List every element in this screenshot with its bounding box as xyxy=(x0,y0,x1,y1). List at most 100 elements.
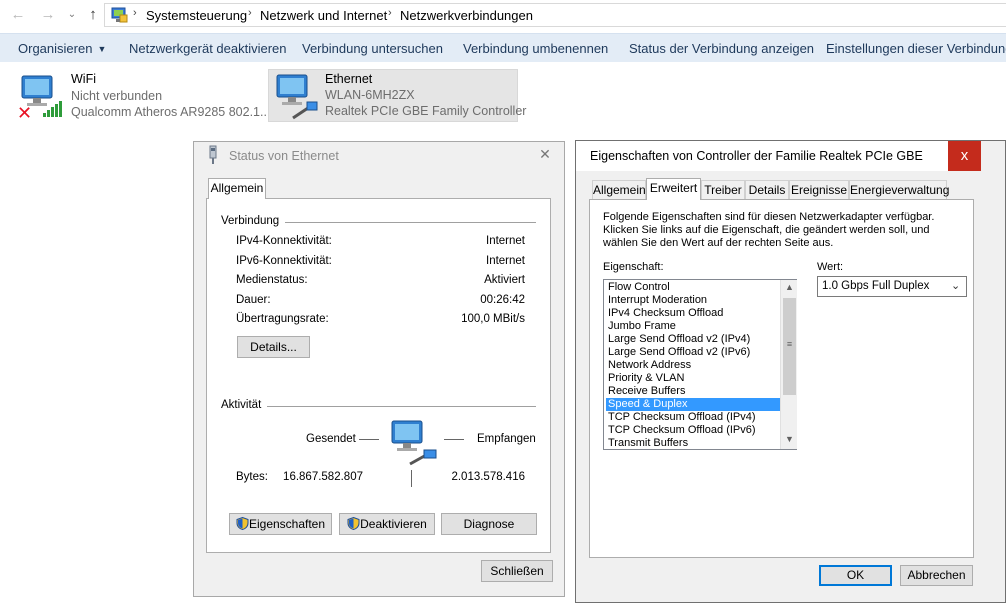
adapter-wifi[interactable]: ✕ WiFi Nicht verbunden Qualcomm Atheros … xyxy=(14,70,270,123)
value-label: Wert: xyxy=(817,261,844,273)
list-item[interactable]: Transmit Buffers xyxy=(606,437,780,450)
received-dash xyxy=(444,439,464,440)
bytes-divider xyxy=(411,470,412,487)
close-icon[interactable]: x xyxy=(948,141,981,171)
list-item[interactable]: Priority & VLAN xyxy=(606,372,780,385)
details-button[interactable]: Details... xyxy=(237,336,310,358)
value-select[interactable]: 1.0 Gbps Full Duplex ⌄ xyxy=(817,276,967,297)
breadcrumb-separator-icon: › xyxy=(248,7,252,19)
properties-label: Eigenschaften xyxy=(248,517,326,531)
group-divider xyxy=(285,222,536,223)
control-panel-icon xyxy=(111,7,128,23)
ipv6-label: IPv6-Konnektivität: xyxy=(236,255,332,267)
uac-shield-icon xyxy=(347,516,360,531)
tab-allgemein[interactable]: Allgemein xyxy=(208,178,266,200)
tab-ereignisse[interactable]: Ereignisse xyxy=(789,180,849,199)
ipv6-value: Internet xyxy=(486,255,525,267)
adapter-ethernet[interactable]: Ethernet WLAN-6MH2ZX Realtek PCIe GBE Fa… xyxy=(268,69,526,122)
breadcrumb-separator-icon: › xyxy=(133,7,137,19)
scroll-up-arrow-icon[interactable]: ▲ xyxy=(784,282,795,294)
property-listbox[interactable]: Flow Control Interrupt Moderation IPv4 C… xyxy=(603,279,797,450)
list-item[interactable]: Network Address xyxy=(606,359,780,372)
received-label: Empfangen xyxy=(477,433,536,445)
navigation-bar: ← → ⌄ ↑ › Systemsteuerung › Netzwerk und… xyxy=(0,0,1006,31)
scroll-down-arrow-icon[interactable]: ▼ xyxy=(784,434,795,446)
tab-details[interactable]: Details xyxy=(745,180,789,199)
status-tab-panel xyxy=(206,198,551,553)
close-button[interactable]: Schließen xyxy=(481,560,553,582)
media-status-label: Medienstatus: xyxy=(236,274,308,286)
address-bar[interactable]: › Systemsteuerung › Netzwerk und Interne… xyxy=(104,3,1006,27)
diagnose-connection-button[interactable]: Verbindung untersuchen xyxy=(302,41,443,56)
speed-label: Übertragungsrate: xyxy=(236,313,329,325)
adapter-name: WiFi xyxy=(71,72,96,86)
grip-icon: ≡ xyxy=(786,339,793,349)
status-dialog-title: Status von Ethernet xyxy=(229,149,339,163)
signal-bars-icon xyxy=(42,100,64,118)
sent-dash xyxy=(359,439,379,440)
disable-button[interactable]: Deaktivieren xyxy=(339,513,435,535)
uac-shield-icon xyxy=(236,516,249,531)
ipv4-value: Internet xyxy=(486,235,525,247)
breadcrumb-netzwerk-internet[interactable]: Netzwerk und Internet xyxy=(260,8,387,23)
adapter-status: WLAN-6MH2ZX xyxy=(325,88,415,102)
list-item[interactable]: Large Send Offload v2 (IPv6) xyxy=(606,346,780,359)
activity-computer-icon xyxy=(388,418,440,466)
list-item[interactable]: Large Send Offload v2 (IPv4) xyxy=(606,333,780,346)
forward-arrow-icon[interactable]: → xyxy=(39,6,57,24)
view-status-button[interactable]: Status der Verbindung anzeigen xyxy=(629,41,814,56)
disable-device-button[interactable]: Netzwerkgerät deaktivieren xyxy=(129,41,287,56)
properties-button[interactable]: Eigenschaften xyxy=(229,513,332,535)
organize-button[interactable]: Organisieren ▼ xyxy=(18,41,106,56)
change-settings-button[interactable]: Einstellungen dieser Verbindung ä xyxy=(826,41,1006,56)
tab-energieverwaltung[interactable]: Energieverwaltung xyxy=(849,180,949,199)
cancel-button[interactable]: Abbrechen xyxy=(900,565,973,586)
diagnose-button[interactable]: Diagnose xyxy=(441,513,537,535)
list-item[interactable]: Receive Buffers xyxy=(606,385,780,398)
breadcrumb-separator-icon: › xyxy=(388,7,392,19)
breadcrumb-netzwerkverbindungen[interactable]: Netzwerkverbindungen xyxy=(400,8,533,23)
network-status-icon xyxy=(206,145,220,165)
ipv4-label: IPv4-Konnektivität: xyxy=(236,235,332,247)
duration-value: 00:26:42 xyxy=(480,294,525,306)
adapter-device: Qualcomm Atheros AR9285 802.1... xyxy=(71,105,271,119)
tab-erweitert[interactable]: Erweitert xyxy=(646,178,701,200)
list-item[interactable]: TCP Checksum Offload (IPv6) xyxy=(606,424,780,437)
list-item[interactable]: TCP Checksum Offload (IPv4) xyxy=(606,411,780,424)
bytes-received-value: 2.013.578.416 xyxy=(451,471,525,483)
adapter-name: Ethernet xyxy=(325,72,373,86)
properties-dialog-title: Eigenschaften von Controller der Familie… xyxy=(590,149,923,163)
speed-value: 100,0 MBit/s xyxy=(461,313,525,325)
value-select-text: 1.0 Gbps Full Duplex xyxy=(822,280,930,292)
media-status-value: Aktiviert xyxy=(484,274,525,286)
recent-locations-chevron-icon[interactable]: ⌄ xyxy=(63,6,81,24)
adapter-status: Nicht verbunden xyxy=(71,89,163,103)
command-bar: Organisieren ▼ Netzwerkgerät deaktivieren… xyxy=(0,33,1006,62)
ok-button[interactable]: OK xyxy=(819,565,892,586)
tab-treiber[interactable]: Treiber xyxy=(701,180,745,199)
list-item-selected[interactable]: Speed & Duplex xyxy=(606,398,780,411)
disable-label: Deaktivieren xyxy=(360,517,427,531)
disconnected-x-icon: ✕ xyxy=(17,103,33,123)
dropdown-caret-icon: ▼ xyxy=(97,44,107,54)
group-divider xyxy=(267,406,536,407)
ethernet-adapter-icon xyxy=(273,72,323,120)
tab-joiner xyxy=(209,198,265,200)
description-line: Klicken Sie links auf die Eigenschaft, d… xyxy=(603,224,930,236)
close-icon[interactable]: ✕ xyxy=(535,146,555,164)
list-item[interactable]: Flow Control xyxy=(606,281,780,294)
chevron-down-icon: ⌄ xyxy=(951,280,961,292)
list-item[interactable]: IPv4 Checksum Offload xyxy=(606,307,780,320)
connection-group-label: Verbindung xyxy=(221,215,280,227)
bytes-sent-value: 16.867.582.807 xyxy=(283,471,363,483)
back-arrow-icon[interactable]: ← xyxy=(9,6,27,24)
rename-connection-button[interactable]: Verbindung umbenennen xyxy=(463,41,608,56)
listbox-scrollbar[interactable]: ▲ ≡ ▼ xyxy=(780,280,797,449)
up-arrow-icon[interactable]: ↑ xyxy=(84,6,102,24)
adapter-device: Realtek PCIe GBE Family Controller xyxy=(325,104,527,118)
list-item[interactable]: Jumbo Frame xyxy=(606,320,780,333)
list-item[interactable]: Interrupt Moderation xyxy=(606,294,780,307)
breadcrumb-systemsteuerung[interactable]: Systemsteuerung xyxy=(146,8,247,23)
duration-label: Dauer: xyxy=(236,294,271,306)
tab-allgemein[interactable]: Allgemein xyxy=(592,180,646,199)
